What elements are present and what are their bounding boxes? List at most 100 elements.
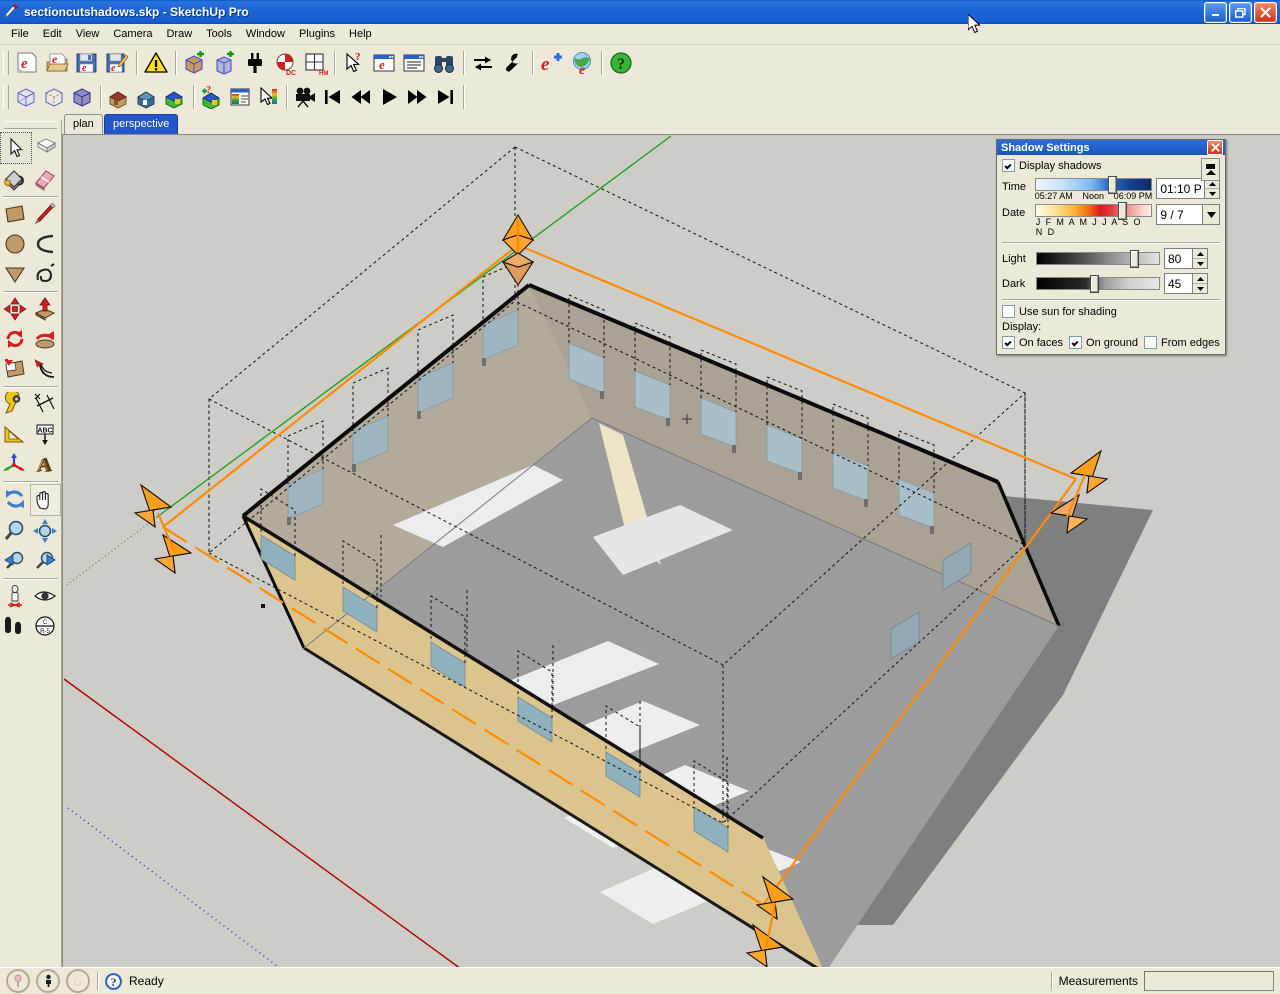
offset-tool-icon[interactable] <box>30 354 60 384</box>
make-group-icon[interactable] <box>211 49 239 77</box>
make-component-icon[interactable] <box>181 49 209 77</box>
google-g-icon[interactable]: G <box>66 969 90 993</box>
display-shadows-checkbox[interactable] <box>1002 159 1015 172</box>
use-sun-for-shading-checkbox[interactable] <box>1002 305 1015 318</box>
circle-tool-icon[interactable] <box>0 229 30 259</box>
date-slider[interactable] <box>1034 202 1153 220</box>
from-edges-checkbox[interactable] <box>1144 336 1158 349</box>
minimize-button[interactable] <box>1204 2 1227 23</box>
back-edges-view-icon[interactable] <box>41 84 67 109</box>
save-as-document-icon[interactable]: e <box>103 49 131 77</box>
light-row[interactable]: Light <box>1002 248 1220 269</box>
swap-arrows-icon[interactable] <box>469 49 497 77</box>
dark-spin-down[interactable] <box>1193 284 1207 293</box>
polygon-tool-icon[interactable] <box>0 259 30 289</box>
styles-panel-icon[interactable] <box>227 84 253 109</box>
play-animation-icon[interactable] <box>376 84 402 109</box>
scene-tab-perspective[interactable]: perspective <box>104 114 179 134</box>
hidden-line-style-icon[interactable] <box>106 84 132 109</box>
scale-tool-icon[interactable] <box>0 354 30 384</box>
plugin-connect-icon[interactable] <box>241 49 269 77</box>
dark-slider[interactable] <box>1036 275 1160 293</box>
previous-view-icon[interactable] <box>0 546 30 576</box>
time-value-spinner[interactable] <box>1156 178 1220 199</box>
scene-tab-bar[interactable]: plan perspective <box>0 112 1280 134</box>
rectangle-tool-icon[interactable] <box>0 199 30 229</box>
shadow-settings-dialog[interactable]: Shadow Settings Display shadows Time 05:… <box>996 139 1226 355</box>
html-window-icon[interactable]: HM <box>301 49 329 77</box>
paint-bucket-tool-icon[interactable] <box>0 164 30 194</box>
select-tool-icon[interactable] <box>0 132 32 164</box>
zoom-tool-icon[interactable] <box>0 516 30 546</box>
geo-location-icon[interactable] <box>6 969 30 993</box>
views-styles-toolbar[interactable]: ? <box>0 81 1280 112</box>
walk-tool-icon[interactable] <box>0 611 30 641</box>
extension-warehouse-icon[interactable]: e <box>538 49 566 77</box>
menu-item-view[interactable]: View <box>69 26 107 42</box>
pushpull-tool-icon[interactable] <box>30 294 60 324</box>
text-label-tool-icon[interactable]: ABC <box>30 419 60 449</box>
dark-spinner-buttons[interactable] <box>1192 274 1207 293</box>
light-spin-down[interactable] <box>1193 259 1207 268</box>
measurements-input[interactable] <box>1144 971 1274 991</box>
time-value-input[interactable] <box>1157 179 1204 198</box>
on-ground-checkbox[interactable] <box>1069 336 1083 349</box>
axes-tool-icon[interactable] <box>0 449 30 479</box>
light-value-spinner[interactable] <box>1164 248 1208 269</box>
time-slider[interactable] <box>1034 176 1153 194</box>
date-row[interactable]: Date J F M A M J J A S O N D <box>1002 202 1220 237</box>
zoom-extents-tool-icon[interactable] <box>30 516 60 546</box>
date-value-input[interactable] <box>1157 205 1202 224</box>
menu-item-plugins[interactable]: Plugins <box>292 26 342 42</box>
orbit-tool-icon[interactable] <box>0 484 30 514</box>
tape-measure-tool-icon[interactable] <box>0 389 30 419</box>
dynamic-component-icon[interactable]: DC <box>271 49 299 77</box>
wireframe-view-icon[interactable] <box>69 84 95 109</box>
chevron-down-icon[interactable] <box>1202 205 1219 224</box>
3d-warehouse-globe-icon[interactable]: e <box>568 49 596 77</box>
scene-tab-plan[interactable]: plan <box>64 114 103 134</box>
window-controls[interactable] <box>1204 2 1277 23</box>
section-plane-tool-icon[interactable]: C R-5 <box>30 611 60 641</box>
next-view-icon[interactable] <box>30 546 60 576</box>
dark-value-spinner[interactable] <box>1164 273 1208 294</box>
light-spinner-buttons[interactable] <box>1192 249 1207 268</box>
monochrome-style-icon[interactable]: ? <box>199 84 225 109</box>
followme-tool-icon[interactable] <box>30 324 60 354</box>
jump-first-scene-icon[interactable] <box>320 84 346 109</box>
display-shadows-row[interactable]: Display shadows <box>1002 159 1220 172</box>
jump-last-scene-icon[interactable] <box>432 84 458 109</box>
menu-item-camera[interactable]: Camera <box>106 26 159 42</box>
binoculars-icon[interactable] <box>430 49 458 77</box>
time-slider-thumb[interactable] <box>1107 176 1117 194</box>
select-help-cursor-icon[interactable]: ? <box>340 49 368 77</box>
dark-value-input[interactable] <box>1165 274 1192 293</box>
position-camera-tool-icon[interactable] <box>0 581 30 611</box>
menu-item-tools[interactable]: Tools <box>199 26 239 42</box>
collapse-expander-icon[interactable] <box>1201 158 1220 181</box>
question-mark-icon[interactable]: ? <box>105 972 122 990</box>
dark-row[interactable]: Dark <box>1002 273 1220 294</box>
restore-button[interactable] <box>1229 2 1252 23</box>
new-document-icon[interactable]: e <box>13 49 41 77</box>
standard-toolbar[interactable]: e e e e DC HM ? e e e ? <box>0 45 1280 81</box>
rotate-tool-icon[interactable] <box>0 324 30 354</box>
light-spin-up[interactable] <box>1193 249 1207 259</box>
pan-tool-icon[interactable] <box>29 484 61 516</box>
color-by-layer-icon[interactable] <box>255 84 281 109</box>
camera-animation-icon[interactable] <box>292 84 318 109</box>
use-sun-for-shading-row[interactable]: Use sun for shading <box>1002 305 1220 318</box>
help-icon[interactable]: ? <box>607 49 635 77</box>
from-edges-option[interactable]: From edges <box>1144 336 1220 349</box>
time-spinner-buttons[interactable] <box>1204 179 1219 198</box>
open-document-icon[interactable]: e <box>43 49 71 77</box>
time-row[interactable]: Time 05:27 AM Noon 06:09 PM <box>1002 176 1220 201</box>
component-options-icon[interactable]: e <box>370 49 398 77</box>
look-around-tool-icon[interactable] <box>30 581 60 611</box>
protractor-tool-icon[interactable] <box>0 419 30 449</box>
xray-view-icon[interactable] <box>13 84 39 109</box>
palette-grip[interactable] <box>4 121 57 129</box>
component-attributes-icon[interactable] <box>400 49 428 77</box>
menu-item-file[interactable]: File <box>4 26 36 42</box>
dimension-tool-icon[interactable] <box>30 389 60 419</box>
